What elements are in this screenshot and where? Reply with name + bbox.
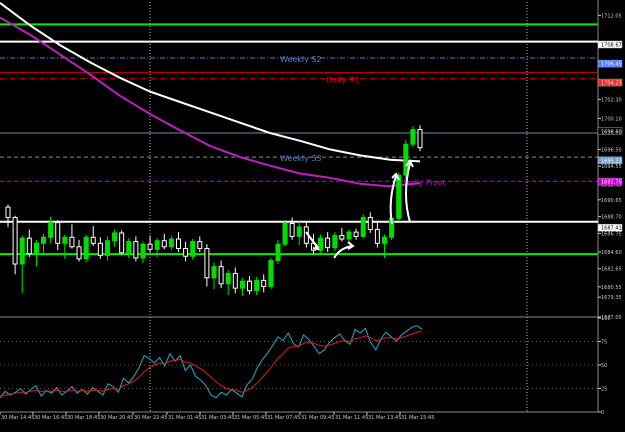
candle-body: [41, 236, 47, 244]
y-tick-label: 1679.35: [601, 295, 622, 301]
price-tag-label: 1695.23: [601, 158, 622, 164]
y-tick-label: 1694.55: [601, 164, 622, 170]
candle-body: [339, 235, 345, 240]
candle-body: [211, 266, 217, 279]
candle-body: [190, 241, 196, 257]
x-tick-label: 30 Mar 14:45: [1, 415, 34, 421]
price-tag-label: 1698.60: [601, 129, 622, 135]
candle-body: [254, 279, 260, 292]
y-tick-label: 1688.70: [601, 215, 622, 221]
candle-body: [374, 229, 380, 244]
y-tick-label: 1680.55: [601, 285, 622, 291]
candle-body: [275, 243, 281, 262]
candle-body: [381, 236, 387, 244]
candle-body: [410, 129, 416, 145]
candle-body: [175, 238, 181, 249]
candle-body: [48, 222, 54, 238]
candle-body: [62, 236, 68, 244]
candle-body: [367, 216, 373, 231]
candle-body: [90, 236, 96, 244]
candle-body: [296, 226, 302, 237]
y-tick-label: 1682.65: [601, 267, 622, 273]
candle-body: [239, 280, 245, 289]
price-chart[interactable]: Weekly S2 Daily R1 Weekly S3 Daily Pivot 171…: [0, 0, 625, 428]
x-tick-label: 31 Mar 13:45: [368, 415, 401, 421]
candle-body: [140, 243, 146, 259]
level-label: Daily R1: [326, 76, 359, 85]
oscillator-tick-label: 100: [601, 316, 611, 322]
y-tick-label: 1690.65: [601, 198, 622, 204]
candle-body: [204, 247, 210, 279]
oscillator-tick-label: 50: [601, 363, 607, 369]
candle-body: [282, 222, 288, 245]
y-tick-label: 1700.10: [601, 116, 622, 122]
candle-body: [69, 236, 75, 248]
x-tick-label: 31 Mar 05:45: [234, 415, 267, 421]
level-label: Weekly S3: [280, 154, 322, 163]
candle-body: [26, 237, 32, 255]
candle-body: [268, 260, 274, 287]
candle-body: [76, 246, 82, 260]
candle-body: [289, 222, 295, 237]
y-tick-label: 1696.50: [601, 147, 622, 153]
x-tick-label: 31 Mar 03:45: [201, 415, 234, 421]
candle-body: [332, 235, 338, 249]
candle-body: [104, 240, 110, 256]
level-label: Daily Pivot: [403, 178, 445, 187]
price-tag-label: 1704.25: [601, 81, 622, 87]
candle-body: [133, 241, 139, 259]
candle-body: [112, 232, 118, 242]
price-tag-label: 1692.76: [601, 180, 622, 186]
candle-body: [97, 242, 103, 256]
candle-body: [83, 236, 89, 260]
x-tick-label: 30 Mar 20:45: [100, 415, 133, 421]
price-tag-label: 1708.67: [601, 42, 622, 48]
candle-body: [360, 216, 366, 237]
candle-body: [55, 222, 61, 244]
oscillator-tick-label: 75: [601, 340, 607, 346]
x-tick-label: 30 Mar 22:45: [134, 415, 167, 421]
x-tick-label: 31 Mar 01:45: [168, 415, 201, 421]
oscillator-tick-label: 0: [601, 410, 604, 416]
level-label: Weekly S2: [280, 55, 322, 64]
candle-body: [5, 206, 11, 218]
candle-body: [161, 240, 167, 248]
y-tick-label: 1702.30: [601, 97, 622, 103]
x-tick-label: 30 Mar 18:45: [67, 415, 100, 421]
y-tick-label: 1712.05: [601, 13, 622, 19]
candle-body: [261, 279, 267, 287]
candle-body: [147, 243, 153, 250]
oscillator-tick-label: 25: [601, 387, 607, 393]
trading-chart[interactable]: Weekly S2 Daily R1 Weekly S3 Daily Pivot 171…: [0, 0, 625, 428]
candle-body: [33, 242, 39, 255]
x-tick-label: 31 Mar 09:45: [301, 415, 334, 421]
candle-body: [417, 129, 423, 149]
candle-body: [396, 174, 402, 219]
y-tick-label: 1686.75: [601, 231, 622, 237]
x-tick-label: 31 Mar 11:45: [335, 415, 368, 421]
candle-body: [12, 216, 18, 265]
candle-body: [197, 241, 203, 249]
candle-body: [168, 238, 174, 248]
candle-body: [232, 272, 238, 289]
candle-body: [154, 240, 160, 250]
candle-body: [247, 280, 253, 292]
candle-body: [119, 232, 125, 254]
candle-body: [183, 247, 189, 257]
x-tick-label: 31 Mar 07:45: [267, 415, 300, 421]
candle-body: [225, 272, 231, 285]
price-tag-label: 1706.45: [601, 62, 622, 68]
price-tag-label: 1687.41: [601, 226, 622, 232]
candle-body: [353, 231, 359, 237]
candle-body: [346, 231, 352, 240]
x-tick-label: 31 Mar 15:45: [401, 415, 434, 421]
candle-body: [126, 241, 132, 254]
candle-body: [403, 143, 409, 176]
candle-body: [318, 237, 324, 251]
candle-body: [19, 237, 25, 265]
x-tick-label: 30 Mar 16:45: [34, 415, 67, 421]
candle-body: [325, 237, 331, 249]
candle-body: [218, 266, 224, 285]
y-tick-label: 1684.60: [601, 250, 622, 256]
